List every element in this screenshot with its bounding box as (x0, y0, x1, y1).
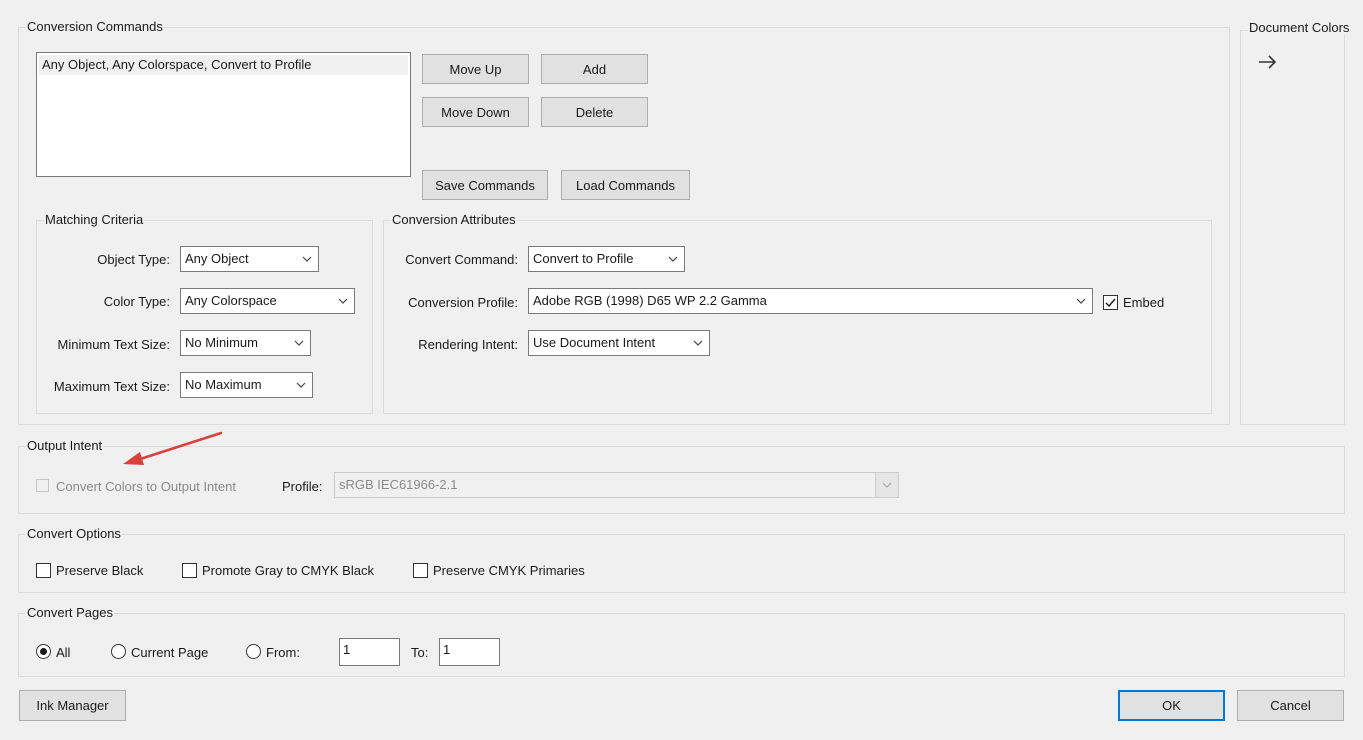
convert-options-title: Convert Options (26, 526, 122, 541)
maximum-text-size-value: No Maximum (185, 377, 262, 392)
output-intent-title: Output Intent (26, 438, 104, 453)
current-page-label: Current Page (131, 645, 209, 660)
conversion-attributes-group (383, 220, 1212, 414)
maximum-text-size-select[interactable]: No Maximum (180, 372, 313, 398)
to-label: To: (411, 645, 429, 660)
preserve-black-label: Preserve Black (56, 563, 144, 578)
conversion-profile-select[interactable]: Adobe RGB (1998) D65 WP 2.2 Gamma (528, 288, 1093, 314)
embed-label: Embed (1123, 295, 1165, 310)
cancel-button[interactable]: Cancel (1237, 690, 1344, 721)
maximum-text-size-label: Maximum Text Size: (53, 379, 170, 394)
ok-button[interactable]: OK (1118, 690, 1225, 721)
minimum-text-size-value: No Minimum (185, 335, 258, 350)
chevron-down-icon (332, 289, 354, 313)
move-down-button[interactable]: Move Down (422, 97, 529, 127)
rendering-intent-select[interactable]: Use Document Intent (528, 330, 710, 356)
delete-button[interactable]: Delete (541, 97, 648, 127)
convert-colors-to-output-intent-checkbox[interactable] (36, 479, 49, 492)
move-up-button[interactable]: Move Up (422, 54, 529, 84)
from-page-input[interactable]: 1 (339, 638, 400, 666)
to-page-input[interactable]: 1 (439, 638, 500, 666)
convert-command-select[interactable]: Convert to Profile (528, 246, 685, 272)
radio-selected-dot (40, 648, 47, 655)
chevron-down-icon (296, 247, 318, 271)
convert-command-value: Convert to Profile (533, 251, 634, 266)
conversion-attributes-title: Conversion Attributes (391, 212, 517, 227)
document-colors-title: Document Colors (1248, 20, 1363, 35)
preserve-black-checkbox[interactable] (36, 563, 51, 578)
convert-command-label: Convert Command: (405, 252, 518, 267)
conversion-profile-label: Conversion Profile: (408, 295, 518, 310)
save-commands-button[interactable]: Save Commands (422, 170, 548, 200)
chevron-down-icon (875, 473, 898, 497)
arrow-right-icon[interactable] (1258, 54, 1278, 73)
conversion-profile-value: Adobe RGB (1998) D65 WP 2.2 Gamma (533, 293, 767, 308)
conversion-commands-title: Conversion Commands (26, 19, 164, 34)
document-colors-group (1240, 30, 1345, 425)
all-pages-radio[interactable] (36, 644, 51, 659)
rendering-intent-value: Use Document Intent (533, 335, 656, 350)
chevron-down-icon (1070, 289, 1092, 313)
minimum-text-size-select[interactable]: No Minimum (180, 330, 311, 356)
embed-checkbox[interactable] (1103, 295, 1118, 310)
chevron-down-icon (290, 373, 312, 397)
matching-criteria-title: Matching Criteria (44, 212, 145, 227)
convert-pages-title: Convert Pages (26, 605, 114, 620)
output-intent-profile-select[interactable]: sRGB IEC61966-2.1 (334, 472, 899, 498)
object-type-label: Object Type: (97, 252, 170, 267)
convert-pages-group (18, 613, 1345, 677)
color-type-value: Any Colorspace (185, 293, 277, 308)
color-type-select[interactable]: Any Colorspace (180, 288, 355, 314)
object-type-select[interactable]: Any Object (180, 246, 319, 272)
preserve-cmyk-primaries-checkbox[interactable] (413, 563, 428, 578)
list-item[interactable]: Any Object, Any Colorspace, Convert to P… (39, 55, 408, 75)
chevron-down-icon (687, 331, 709, 355)
conversion-commands-list[interactable]: Any Object, Any Colorspace, Convert to P… (36, 52, 411, 177)
current-page-radio[interactable] (111, 644, 126, 659)
rendering-intent-label: Rendering Intent: (418, 337, 518, 352)
annotation-arrow-icon (123, 431, 223, 465)
output-intent-profile-value: sRGB IEC61966-2.1 (339, 477, 458, 492)
ink-manager-button[interactable]: Ink Manager (19, 690, 126, 721)
preserve-cmyk-primaries-label: Preserve CMYK Primaries (433, 563, 585, 578)
chevron-down-icon (662, 247, 684, 271)
chevron-down-icon (288, 331, 310, 355)
object-type-value: Any Object (185, 251, 249, 266)
add-button[interactable]: Add (541, 54, 648, 84)
from-radio[interactable] (246, 644, 261, 659)
load-commands-button[interactable]: Load Commands (561, 170, 690, 200)
checkmark-icon (1105, 298, 1116, 308)
profile-label: Profile: (282, 479, 323, 494)
all-pages-label: All (56, 645, 71, 660)
promote-gray-label: Promote Gray to CMYK Black (202, 563, 374, 578)
minimum-text-size-label: Minimum Text Size: (57, 337, 170, 352)
convert-colors-to-output-intent-label: Convert Colors to Output Intent (56, 479, 236, 494)
from-label: From: (266, 645, 300, 660)
color-type-label: Color Type: (103, 294, 170, 309)
promote-gray-checkbox[interactable] (182, 563, 197, 578)
